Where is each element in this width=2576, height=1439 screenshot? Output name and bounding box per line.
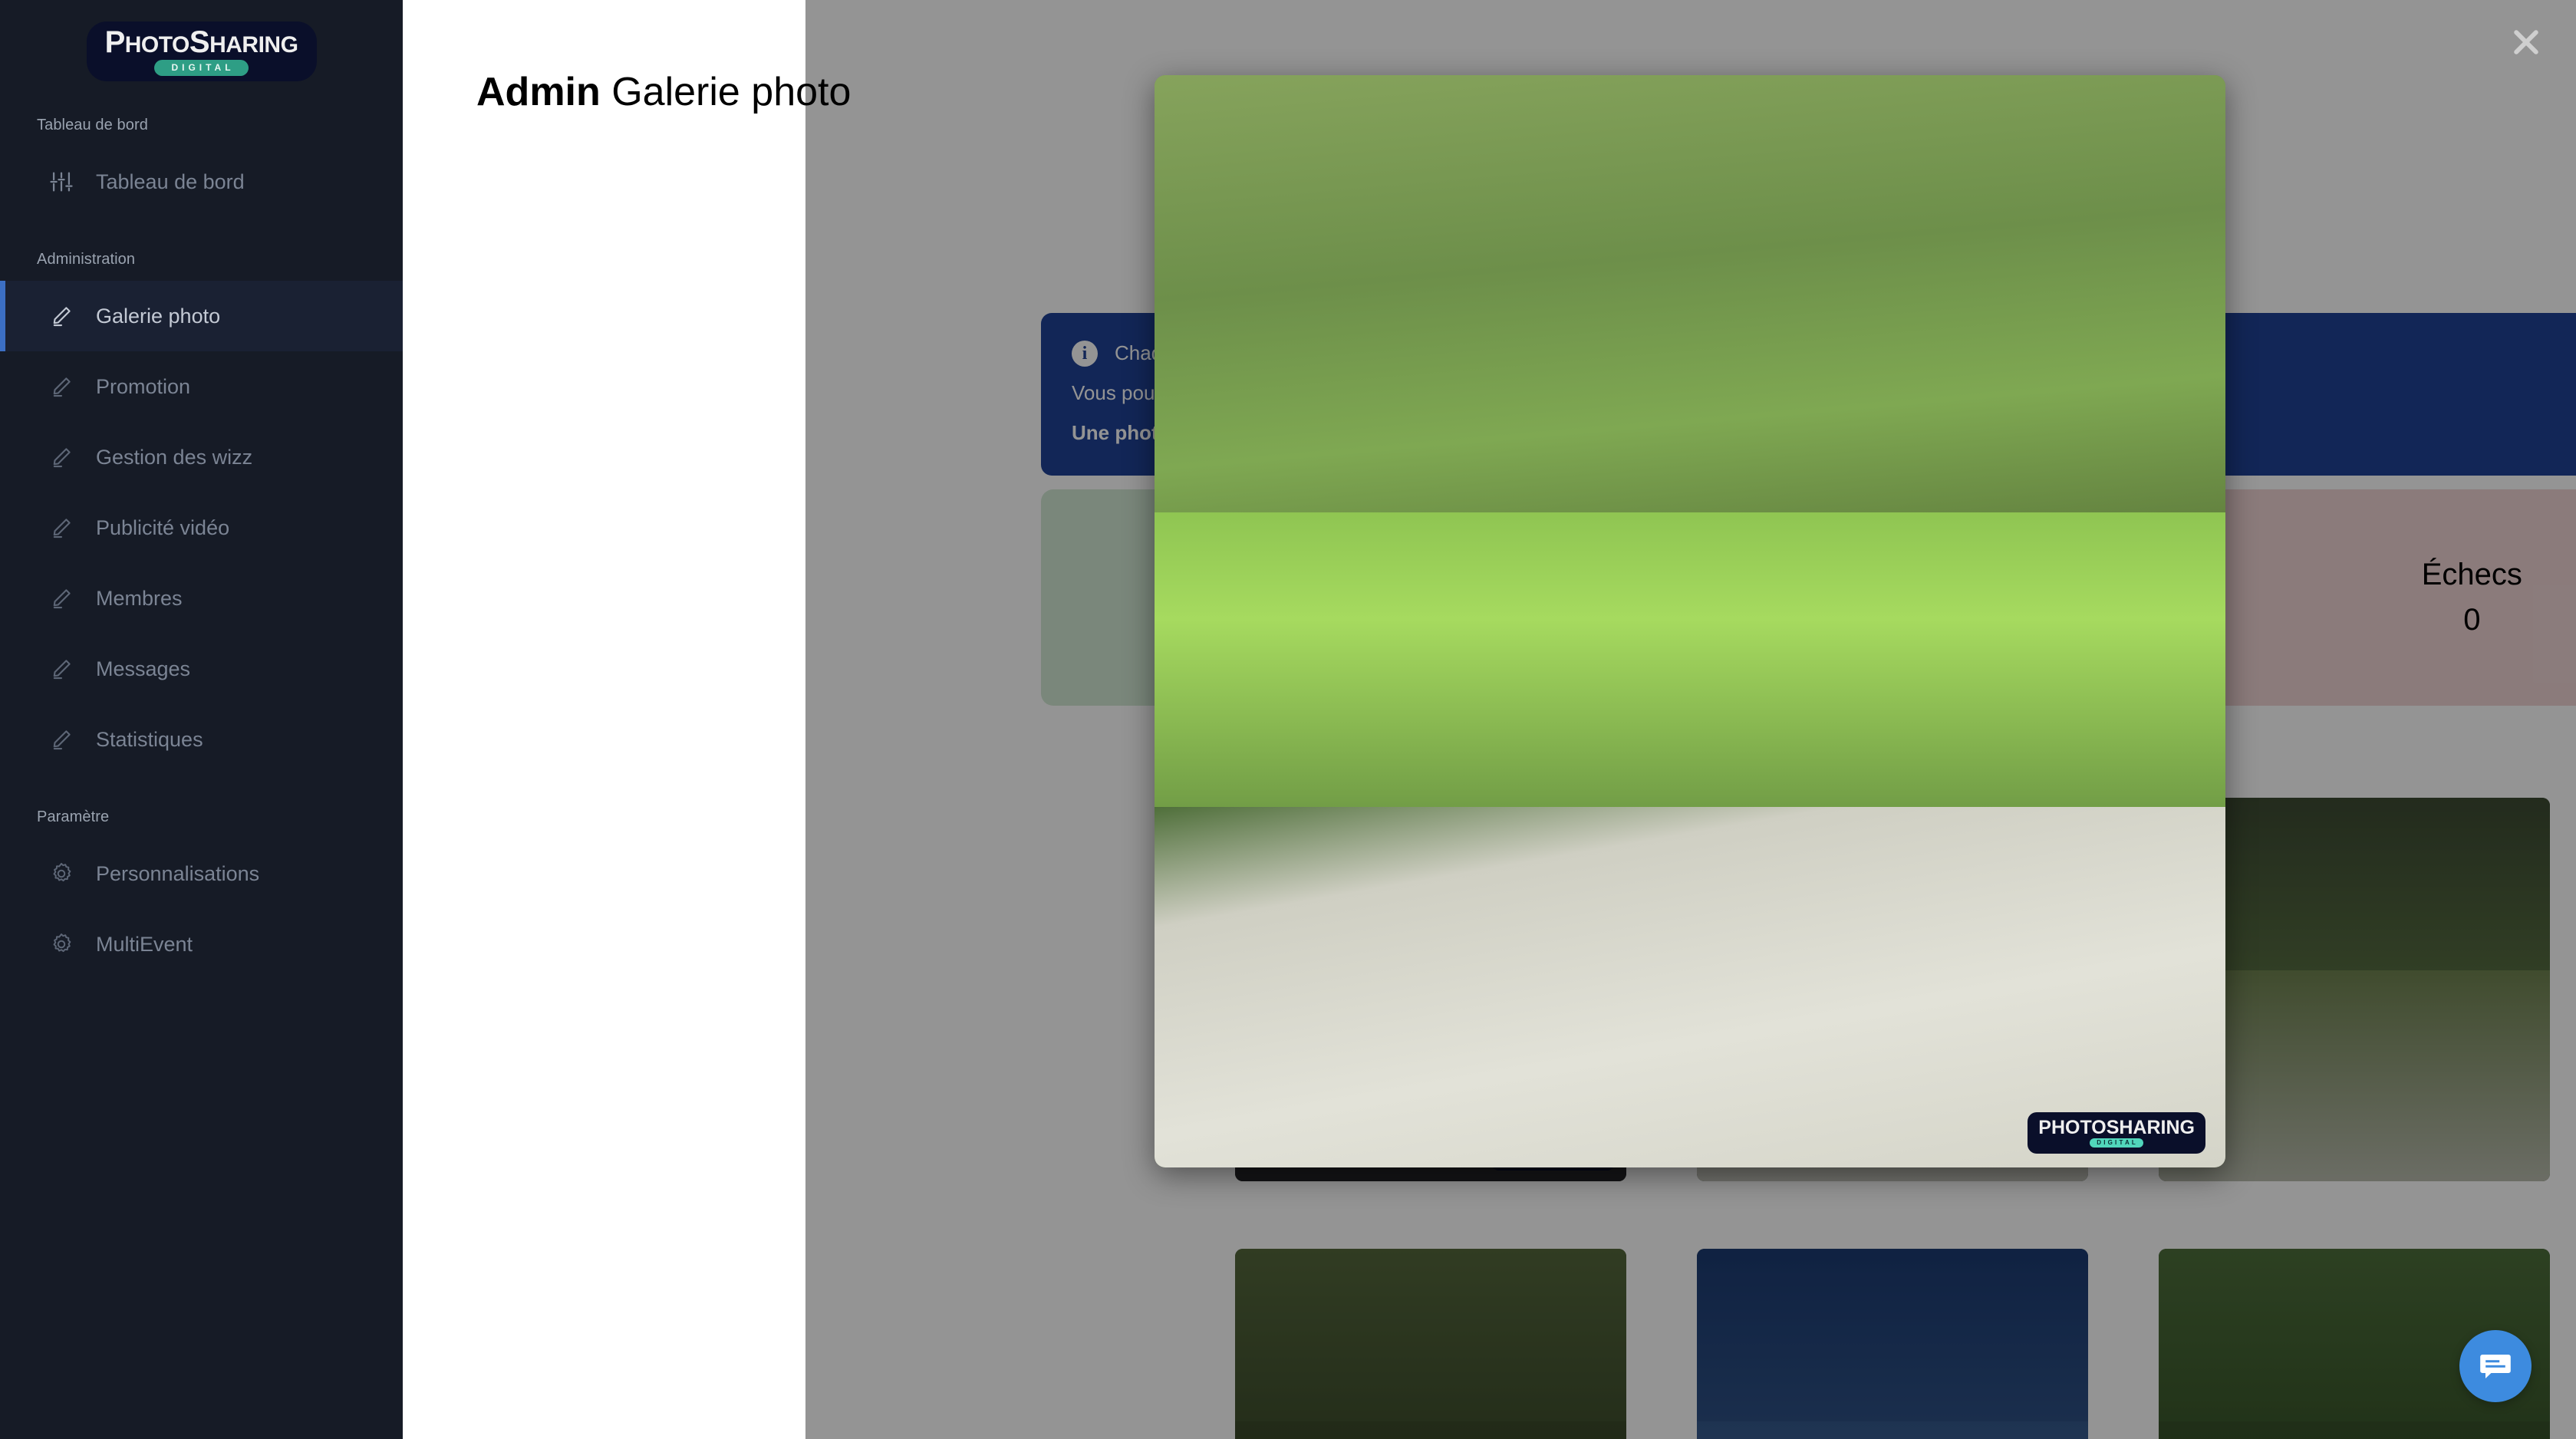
sidebar-section-dashboard-label: Tableau de bord: [37, 117, 148, 133]
pencil-icon: [48, 656, 74, 682]
sliders-icon: [48, 169, 74, 195]
sidebar-item-label: Gestion des wizz: [96, 445, 253, 469]
sidebar-item-label: Publicité vidéo: [96, 515, 230, 539]
pencil-icon: [48, 726, 74, 752]
sidebar-item-label: Membres: [96, 586, 183, 610]
main-content: Admin Galerie photo i Chaque photo doit …: [403, 0, 2576, 1439]
sidebar-item-tableau-de-bord[interactable]: Tableau de bord: [0, 147, 403, 217]
sidebar-item-label: Personnalisations: [96, 861, 260, 885]
page-title-bold: Admin: [476, 70, 601, 114]
logo-wordmark-haring: HARING: [209, 32, 298, 58]
modal-image-lawn: [1155, 512, 2225, 818]
gear-icon: [48, 931, 74, 957]
logo-tagline: DIGITAL: [154, 60, 249, 76]
sidebar-item-label: Galerie photo: [96, 304, 221, 328]
gear-icon: [48, 861, 74, 887]
sidebar-item-label: Tableau de bord: [96, 170, 245, 193]
sidebar: PHOTOSHARING DIGITAL Tableau de bord Tab…: [0, 0, 403, 1439]
logo-badge-block: PHOTOSHARING DIGITAL: [86, 21, 317, 81]
pencil-icon: [48, 444, 74, 470]
sidebar-item-membres[interactable]: Membres: [0, 563, 403, 634]
sidebar-item-gestion-des-wizz[interactable]: Gestion des wizz: [0, 422, 403, 492]
sidebar-item-label: Messages: [96, 657, 191, 680]
modal-watermark: PHOTOSHARING DIGITAL: [2028, 1112, 2205, 1154]
sidebar-item-label: Statistiques: [96, 727, 203, 751]
modal-watermark-sub: DIGITAL: [2090, 1138, 2144, 1148]
brand-logo[interactable]: PHOTOSHARING DIGITAL: [0, 0, 403, 112]
close-icon[interactable]: [2505, 21, 2547, 63]
logo-wordmark-hoto: HOTO: [124, 32, 190, 58]
app-root: PHOTOSHARING DIGITAL Tableau de bord Tab…: [0, 0, 2576, 1439]
logo-wordmark: PHOTOSHARING: [104, 25, 298, 59]
pencil-icon: [48, 515, 74, 541]
sidebar-item-promotion[interactable]: Promotion: [0, 351, 403, 422]
pencil-icon: [48, 303, 74, 329]
photo-preview-modal[interactable]: PHOTOSHARING DIGITAL: [1155, 75, 2225, 1167]
pencil-icon: [48, 374, 74, 400]
sidebar-item-galerie-photo[interactable]: Galerie photo: [0, 281, 403, 351]
sidebar-item-multievent[interactable]: MultiEvent: [0, 909, 403, 980]
sidebar-item-label: Promotion: [96, 374, 191, 398]
modal-image-trees: [1155, 75, 2225, 545]
pencil-icon: [48, 585, 74, 611]
sidebar-item-label: MultiEvent: [96, 932, 193, 956]
sidebar-item-publicite-video[interactable]: Publicité vidéo: [0, 492, 403, 563]
sidebar-item-statistiques[interactable]: Statistiques: [0, 704, 403, 775]
sidebar-section-administration-label: Administration: [37, 251, 136, 268]
modal-watermark-text: PHOTOSHARING: [2038, 1117, 2195, 1138]
sidebar-item-personnalisations[interactable]: Personnalisations: [0, 838, 403, 909]
sidebar-item-messages[interactable]: Messages: [0, 634, 403, 704]
sidebar-section-parametre-label: Paramètre: [37, 808, 110, 825]
chat-bubble-icon[interactable]: [2459, 1330, 2532, 1402]
